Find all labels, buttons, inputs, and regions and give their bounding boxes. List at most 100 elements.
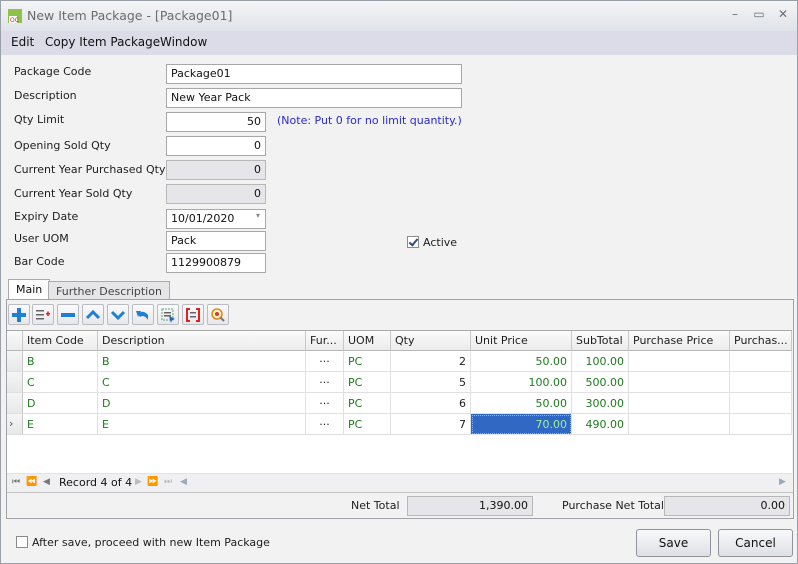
row-indicator[interactable] [7, 393, 23, 414]
grid-cell-item-code[interactable]: B [23, 351, 98, 372]
active-checkbox[interactable] [407, 236, 419, 248]
grid-cell-further[interactable]: ··· [306, 351, 344, 372]
maximize-button[interactable]: ▭ [749, 7, 769, 23]
grid-cell-item-code[interactable]: C [23, 372, 98, 393]
item-package-window: OC New Item Package - [Package01] – ▭ ✕ … [0, 0, 798, 564]
opening-sold-qty-input[interactable]: 0 [166, 136, 266, 156]
purchase-net-total-field: 0.00 [664, 496, 790, 516]
undo-icon[interactable] [132, 304, 154, 325]
grid-cell-uom[interactable]: PC [344, 351, 391, 372]
grid-cell-subtotal[interactable]: 100.00 [572, 351, 629, 372]
grid-header-description[interactable]: Description [98, 331, 306, 351]
grid-cell-qty[interactable]: 5 [391, 372, 471, 393]
record-counter: Record 4 of 4 [59, 476, 133, 489]
grid-cell-further[interactable]: ··· [306, 393, 344, 414]
grid-header-purchase-2[interactable]: Purchas... [730, 331, 792, 351]
grid-header-item-code[interactable]: Item Code [23, 331, 98, 351]
grid-cell-subtotal[interactable]: 490.00 [572, 414, 629, 435]
package-code-label: Package Code [14, 65, 92, 78]
grid-cell-description[interactable]: B [98, 351, 306, 372]
proceed-new-checkbox[interactable] [16, 536, 28, 548]
grid-cell-purchase2[interactable] [730, 393, 792, 414]
grid-cell-unit-price[interactable]: 50.00 [471, 351, 572, 372]
bar-code-label: Bar Code [14, 255, 65, 268]
chevron-down-icon[interactable]: ▾ [256, 211, 260, 220]
select-icon[interactable] [157, 304, 179, 325]
grid-cell-subtotal[interactable]: 300.00 [572, 393, 629, 414]
grid-header-further[interactable]: Fur... [306, 331, 344, 351]
qty-limit-input[interactable]: 50 [166, 112, 266, 132]
grid-cell-purchase2[interactable] [730, 351, 792, 372]
grid-cell-unit-price[interactable]: 70.00 [471, 414, 572, 435]
close-button[interactable]: ✕ [773, 7, 793, 23]
scroll-right-icon[interactable]: ▶ [779, 477, 786, 487]
menu-edit[interactable]: Edit [11, 35, 34, 49]
tab-main[interactable]: Main [8, 279, 51, 301]
grid-cell-uom[interactable]: PC [344, 414, 391, 435]
grid-cell-purchase-price[interactable] [629, 351, 730, 372]
grid-cell-further[interactable]: ··· [306, 372, 344, 393]
opening-sold-qty-label: Opening Sold Qty [14, 139, 111, 152]
grid-header-unit-price[interactable]: Unit Price [471, 331, 572, 351]
cancel-button[interactable]: Cancel [718, 529, 793, 557]
grid-cell-unit-price[interactable]: 100.00 [471, 372, 572, 393]
row-indicator[interactable]: › [7, 414, 23, 435]
grid-header-uom[interactable]: UOM [344, 331, 391, 351]
delete-icon[interactable] [57, 304, 79, 325]
cy-purchased-qty-label: Current Year Purchased Qty [14, 163, 166, 176]
bar-code-input[interactable]: 1129900879 [166, 253, 266, 273]
grid-cell-purchase2[interactable] [730, 372, 792, 393]
grid-cell-further[interactable]: ··· [306, 414, 344, 435]
tab-further-description[interactable]: Further Description [48, 281, 170, 301]
grid-header-purchase-price[interactable]: Purchase Price [629, 331, 730, 351]
grid-cell-purchase-price[interactable] [629, 414, 730, 435]
expiry-date-label: Expiry Date [14, 210, 79, 223]
net-total-label: Net Total [351, 499, 400, 512]
grid-cell-item-code[interactable]: D [23, 393, 98, 414]
grid-cell-uom[interactable]: PC [344, 393, 391, 414]
grid-cell-description[interactable]: C [98, 372, 306, 393]
expiry-date-picker[interactable]: 10/01/2020 ▾ [166, 209, 266, 229]
grid-cell-purchase2[interactable] [730, 414, 792, 435]
cy-sold-qty-label: Current Year Sold Qty [14, 187, 133, 200]
scroll-left-icon[interactable]: ◀ [180, 477, 187, 487]
first-record-icon[interactable]: ⏮ [12, 477, 20, 487]
grid-header-qty[interactable]: Qty [391, 331, 471, 351]
grid-cell-description[interactable]: D [98, 393, 306, 414]
grid-cell-unit-price[interactable]: 50.00 [471, 393, 572, 414]
grid-cell-qty[interactable]: 7 [391, 414, 471, 435]
grid-cell-item-code[interactable]: E [23, 414, 98, 435]
bracket-icon[interactable] [182, 304, 204, 325]
grid-cell-uom[interactable]: PC [344, 372, 391, 393]
next-page-icon[interactable]: ⏩ [147, 477, 158, 487]
grid-cell-description[interactable]: E [98, 414, 306, 435]
user-uom-input[interactable]: Pack [166, 231, 266, 251]
minimize-button[interactable]: – [725, 7, 745, 23]
grid-cell-subtotal[interactable]: 500.00 [572, 372, 629, 393]
search-icon[interactable] [207, 304, 229, 325]
menu-copy-item-package[interactable]: Copy Item Package [45, 35, 160, 49]
grid-cell-purchase-price[interactable] [629, 372, 730, 393]
last-record-icon[interactable]: ⏭ [164, 477, 172, 487]
row-indicator[interactable] [7, 351, 23, 372]
grid-cell-purchase-price[interactable] [629, 393, 730, 414]
prev-record-icon[interactable]: ◀ [43, 477, 50, 487]
grid-header-subtotal[interactable]: SubTotal [572, 331, 629, 351]
menu-window[interactable]: Window [160, 35, 207, 49]
move-up-icon[interactable] [82, 304, 104, 325]
qty-limit-note: (Note: Put 0 for no limit quantity.) [277, 114, 462, 127]
prev-page-icon[interactable]: ⏪ [26, 477, 37, 487]
row-indicator[interactable] [7, 372, 23, 393]
description-input[interactable]: New Year Pack [166, 88, 462, 108]
insert-row-icon[interactable] [32, 304, 54, 325]
grid-cell-qty[interactable]: 6 [391, 393, 471, 414]
window-title: New Item Package - [Package01] [27, 8, 233, 23]
next-record-icon[interactable]: ▶ [135, 477, 142, 487]
move-down-icon[interactable] [107, 304, 129, 325]
cy-purchased-qty-field: 0 [166, 160, 266, 180]
totals-bar: Net Total 1,390.00 Purchase Net Total 0.… [7, 492, 793, 518]
save-button[interactable]: Save [636, 529, 711, 557]
add-icon[interactable] [8, 304, 30, 325]
package-code-input[interactable]: Package01 [166, 64, 462, 84]
grid-cell-qty[interactable]: 2 [391, 351, 471, 372]
